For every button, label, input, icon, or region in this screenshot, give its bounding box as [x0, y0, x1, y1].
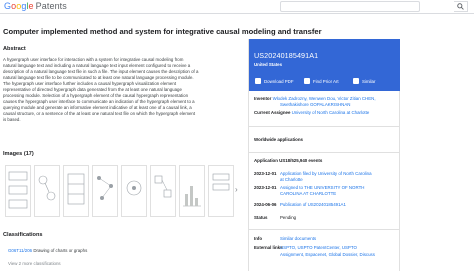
- event-text: Application filed by University of North…: [280, 171, 372, 176]
- figure-drawing: [38, 175, 56, 201]
- similar-label: Similar: [362, 79, 376, 84]
- logo-patents-text: Patents: [35, 1, 67, 11]
- figure-drawing: [97, 176, 113, 200]
- external-link[interactable]: Assignment, Espacenet, Global Dossier, D…: [280, 252, 375, 257]
- event-date: 2023-12-01: [254, 185, 277, 190]
- search-icon[interactable]: [454, 1, 468, 12]
- event-link[interactable]: Application filed by University of North…: [280, 171, 372, 182]
- figure-drawing: [8, 171, 28, 209]
- application-events-heading: Application US18/525,940 events: [254, 158, 323, 163]
- event-date: 2024-06-06: [254, 202, 277, 207]
- figure-drawing: [183, 186, 201, 207]
- figure-drawing: [212, 173, 230, 191]
- classification-description: Drawing of charts or graphs: [33, 248, 88, 253]
- assignee-row: Current Assignee University of North Car…: [254, 110, 369, 115]
- info-label: Info: [254, 236, 263, 241]
- image-thumbnail[interactable]: [121, 165, 147, 217]
- image-thumbnail[interactable]: [179, 165, 205, 217]
- status-value: Pending: [280, 215, 297, 220]
- classifications-heading: Classifications: [3, 232, 43, 238]
- inventor-row-continued: Swethakishore GOPALAKRISHNAN: [280, 102, 350, 107]
- figure-drawing: [67, 173, 85, 205]
- event-text: Assigned to THE UNIVERSITY OF NORTH: [280, 185, 365, 190]
- find-prior-art-icon: [304, 78, 310, 84]
- publication-panel: US20240185491A1 United States Download P…: [248, 39, 400, 271]
- image-thumbnail[interactable]: [208, 165, 234, 217]
- similar-button[interactable]: Similar: [353, 78, 375, 84]
- abstract-text: A hypergraph user interface for interact…: [3, 57, 243, 124]
- status-row: Status Pending: [254, 215, 296, 221]
- event-row: 2024-06-06 Publication of US20240185491A1: [254, 202, 346, 208]
- event-link[interactable]: Publication of US20240185491A1: [280, 202, 346, 208]
- image-thumbnail[interactable]: [92, 165, 118, 217]
- page-title: Computer implemented method and system f…: [3, 27, 322, 36]
- assignee-label: Current Assignee: [254, 110, 291, 115]
- images-heading: Images (17): [3, 151, 34, 157]
- google-patents-logo[interactable]: Google Patents: [4, 1, 67, 11]
- find-prior-art-button[interactable]: Find Prior Art: [304, 78, 339, 84]
- similar-icon: [353, 78, 359, 84]
- event-text: at Charlotte: [280, 176, 303, 182]
- image-thumbnail[interactable]: [34, 165, 60, 217]
- search-icon-glyph: [457, 3, 464, 10]
- classification-row: G06T11/206 Drawing of charts or graphs: [8, 248, 87, 253]
- figure-drawing: [126, 180, 142, 196]
- download-icon: [255, 78, 261, 84]
- image-thumbnail[interactable]: [150, 165, 176, 217]
- top-bar: Google Patents: [0, 0, 474, 14]
- external-links-row: External linksUSPTO, USPTO PatentCenter,…: [254, 245, 357, 250]
- figure-drawing: [154, 175, 172, 198]
- external-links-label: External links: [254, 245, 283, 250]
- external-links-row-continued: Assignment, Espacenet, Global Dossier, D…: [280, 252, 375, 257]
- download-pdf-button[interactable]: Download PDF: [255, 78, 294, 84]
- image-thumbnail[interactable]: [5, 165, 31, 217]
- inventor-label: Inventor: [254, 96, 272, 101]
- publication-country: United States: [254, 62, 283, 67]
- classification-code-link[interactable]: G06T11/206: [8, 248, 32, 253]
- similar-documents-link[interactable]: Similar documents: [280, 236, 316, 241]
- view-more-classifications-link[interactable]: View 2 more classifications: [8, 261, 61, 266]
- download-pdf-label: Download PDF: [264, 79, 294, 84]
- abstract-line: is based.: [3, 117, 21, 123]
- image-strip: ›: [3, 163, 243, 221]
- event-row: 2023-12-01 Assigned to THE UNIVERSITY OF …: [254, 185, 364, 196]
- abstract-heading: Abstract: [3, 46, 26, 52]
- inventors-link[interactable]: Swethakishore GOPALAKRISHNAN: [280, 102, 350, 107]
- image-thumbnail[interactable]: [63, 165, 89, 217]
- event-text: CAROLINA AT CHARLOTTE: [280, 190, 337, 196]
- divider: [249, 152, 400, 153]
- logo-letter: e: [28, 1, 34, 11]
- event-row: 2023-12-01 Application filed by Universit…: [254, 171, 372, 182]
- publication-card: US20240185491A1 United States Download P…: [249, 39, 400, 91]
- inventor-row: Inventor Wlodek Zadrozny, Wenwen Dou, Vi…: [254, 96, 376, 101]
- assignee-link[interactable]: University of North Carolina at Charlott…: [292, 110, 370, 115]
- chevron-right-icon[interactable]: ›: [235, 185, 238, 194]
- divider: [249, 229, 400, 230]
- publication-number: US20240185491A1: [254, 51, 319, 60]
- inventors-link[interactable]: Wlodek Zadrozny, Wenwen Dou, Victor Ziti…: [273, 96, 376, 101]
- search-input[interactable]: [280, 1, 420, 12]
- divider: [249, 126, 400, 127]
- event-link[interactable]: Assigned to THE UNIVERSITY OF NORTH CAROL…: [280, 185, 364, 196]
- publication-actions: Download PDF Find Prior Art Similar: [249, 75, 400, 89]
- worldwide-applications-heading: Worldwide applications: [254, 137, 303, 142]
- external-link[interactable]: USPTO, USPTO PatentCenter, USPTO: [280, 245, 357, 250]
- status-label: Status: [254, 215, 268, 220]
- info-row: Info Similar documents: [254, 236, 316, 241]
- event-date: 2023-12-01: [254, 171, 277, 176]
- find-prior-art-label: Find Prior Art: [313, 79, 339, 84]
